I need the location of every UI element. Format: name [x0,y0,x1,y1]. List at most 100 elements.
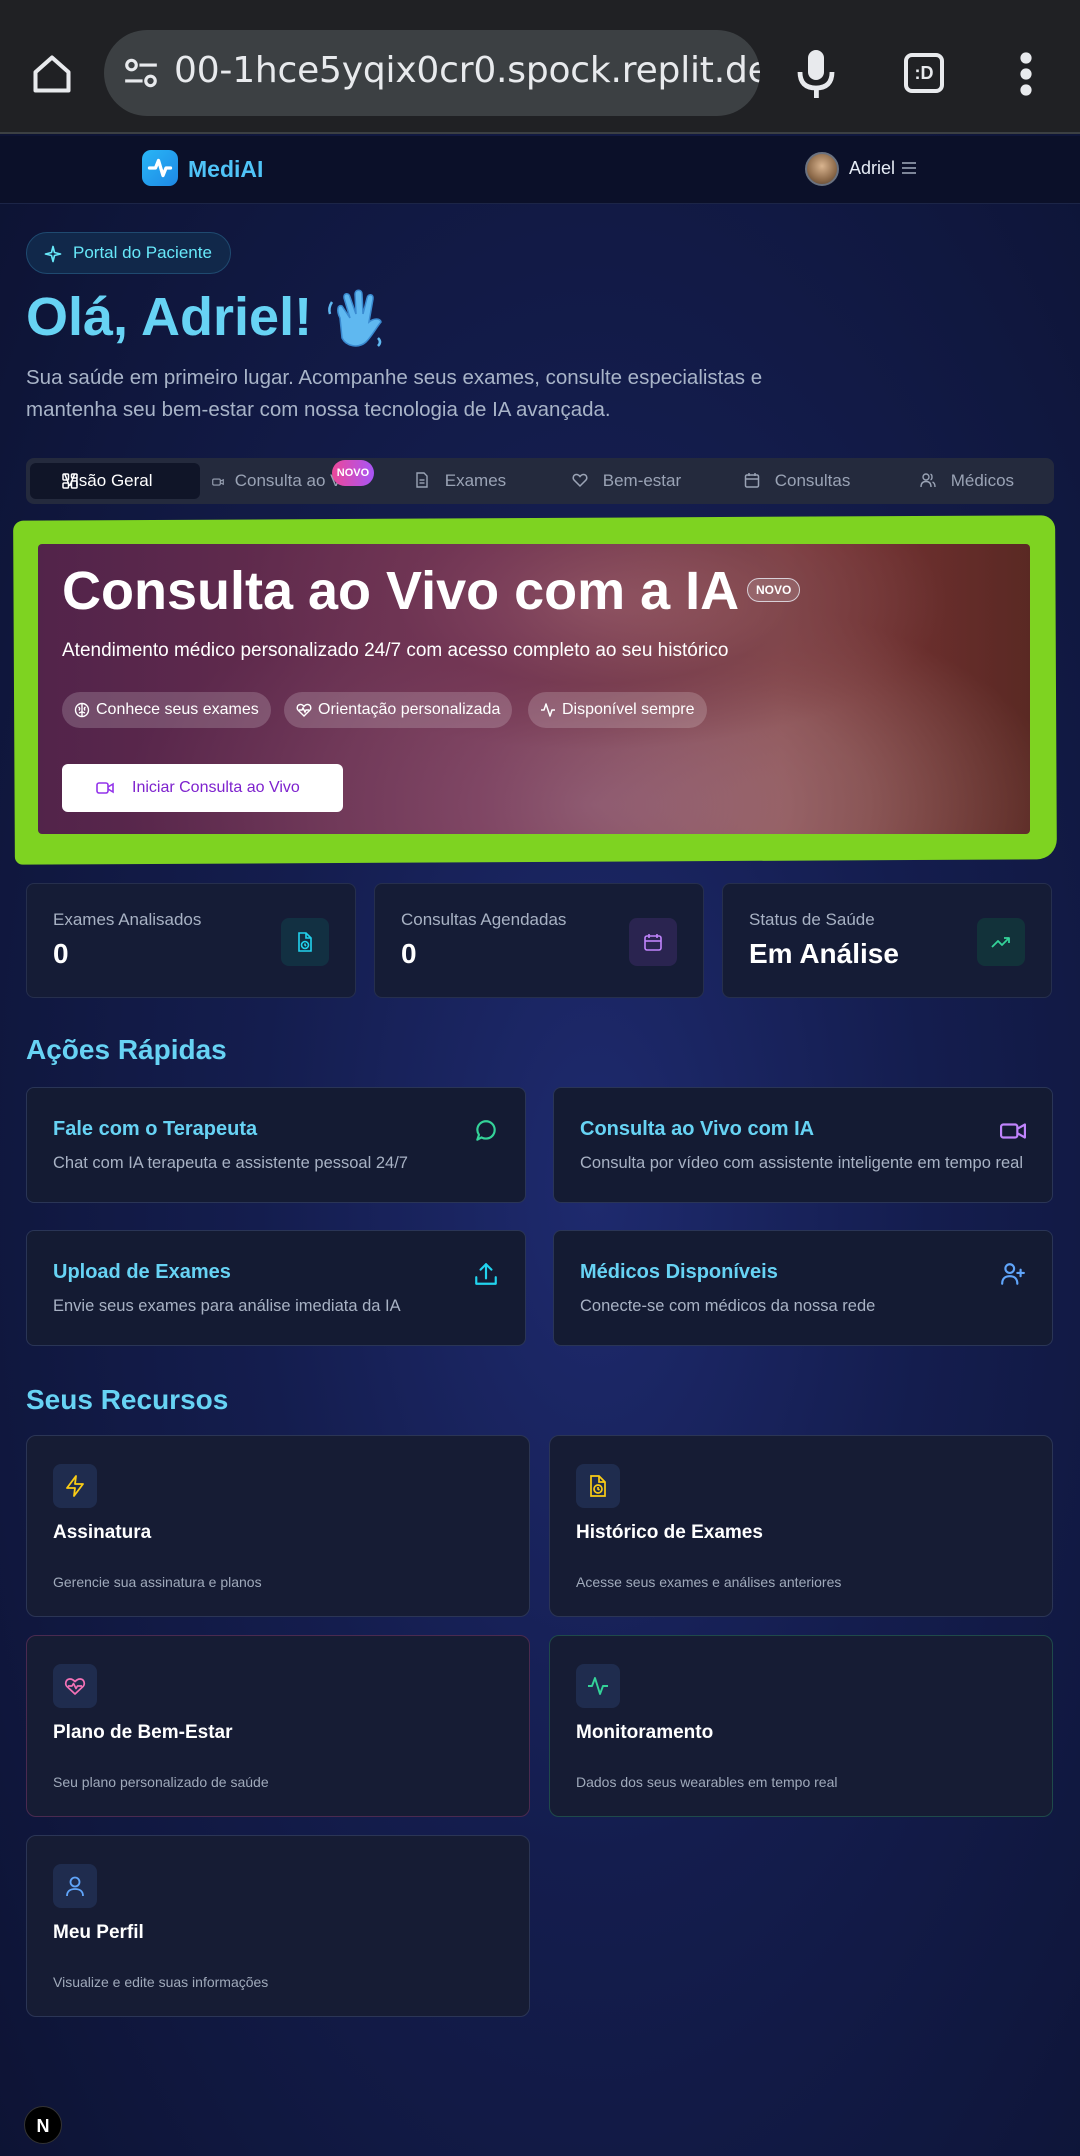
sparkles-icon [44,245,62,263]
tab-exames[interactable]: Exames [414,463,506,499]
action-card-therapist[interactable]: Fale com o Terapeuta Chat com IA terapeu… [26,1087,526,1203]
live-consult-banner: Consulta ao Vivo com a IA NOVO Atendimen… [38,544,1030,834]
action-desc: Conecte-se com médicos da nossa rede [580,1297,876,1315]
action-desc: Consulta por vídeo com assistente inteli… [580,1154,1023,1172]
stat-label: Exames Analisados [53,910,202,929]
resources-title: Seus Recursos [26,1384,229,1415]
site-settings-icon[interactable] [122,54,160,92]
action-card-upload-exams[interactable]: Upload de Exames Envie seus exames para … [26,1230,526,1346]
action-card-live-consult[interactable]: Consulta ao Vivo com IA Consulta por víd… [553,1087,1053,1203]
user-plus-icon [1001,1263,1025,1285]
portal-badge: Portal do Paciente [26,232,231,274]
heart-pulse-icon [64,1678,86,1695]
waving-hand-icon [328,289,382,347]
resource-desc: Dados dos seus wearables em tempo real [576,1774,838,1790]
grid-icon [62,473,78,489]
feature-chip: Orientação personalizada [284,692,513,728]
resource-title: Assinatura [53,1522,152,1543]
microphone-icon[interactable] [796,48,836,100]
bolt-icon [66,1475,84,1497]
action-title: Consulta ao Vivo com IA [580,1118,815,1140]
resource-desc: Gerencie sua assinatura e planos [53,1574,262,1590]
action-title: Médicos Disponíveis [580,1261,778,1283]
resource-card-monitoring[interactable]: Monitoramento Dados dos seus wearables e… [549,1635,1053,1817]
browser-toolbar: 00-1hce5yqix0cr0.spock.replit.dev :D [0,0,1080,134]
brain-icon [74,702,90,718]
stat-label: Status de Saúde [749,910,875,929]
tab-label: Bem-estar [602,471,682,490]
video-icon [212,478,224,486]
calendar-icon [644,934,662,951]
chip-label: Orientação personalizada [318,701,501,718]
resource-icon-box [576,1664,620,1708]
app-name[interactable]: MediAI [188,156,263,183]
tab-label: Consultas [774,471,851,490]
tab-switcher-button[interactable]: :D [904,53,944,93]
tab-bem-estar[interactable]: Bem-estar [572,463,681,499]
tab-consulta-ao-vivo[interactable]: Consulta ao Vivo [212,463,342,499]
resource-desc: Acesse seus exames e análises anteriores [576,1574,842,1590]
video-icon [96,782,114,794]
address-bar[interactable]: 00-1hce5yqix0cr0.spock.replit.dev [104,30,760,116]
chip-label: Conhece seus exames [96,701,259,718]
file-clock-icon [298,932,312,952]
resource-card-exam-history[interactable]: Histórico de Exames Acesse seus exames e… [549,1435,1053,1617]
avatar[interactable] [805,152,839,186]
feature-chip: Conhece seus exames [62,692,271,728]
resource-card-wellness-plan[interactable]: Plano de Bem-Estar Seu plano personaliza… [26,1635,530,1817]
action-desc: Chat com IA terapeuta e assistente pesso… [53,1154,408,1172]
tab-visao-geral[interactable]: Visão Geral [30,463,200,499]
resource-title: Monitoramento [576,1722,714,1743]
resource-title: Plano de Bem-Estar [53,1722,233,1743]
stat-icon-box [629,918,677,966]
stat-value: 0 [401,938,417,969]
upload-icon [475,1263,497,1285]
dev-indicator-badge[interactable]: N [24,2106,62,2144]
banner-title: Consulta ao Vivo com a IA [62,561,740,621]
resource-card-subscription[interactable]: Assinatura Gerencie sua assinatura e pla… [26,1435,530,1617]
home-icon[interactable] [30,52,74,96]
action-title: Upload de Exames [53,1261,231,1283]
heart-icon [572,473,588,488]
user-icon [66,1876,84,1897]
stat-value: 0 [53,938,69,969]
stat-card-health-status: Status de Saúde Em Análise [722,883,1052,998]
resource-icon-box [53,1464,97,1508]
resource-icon-box [53,1864,97,1908]
users-icon [920,473,936,488]
stat-card-exams: Exames Analisados 0 [26,883,356,998]
app-header: MediAI Adriel [0,136,1080,204]
video-icon [1000,1123,1026,1139]
more-menu-icon[interactable] [1020,52,1032,96]
feature-chip: Disponível sempre [528,692,707,728]
action-card-available-doctors[interactable]: Médicos Disponíveis Conecte-se com médic… [553,1230,1053,1346]
greeting-title: Olá, Adriel! [26,287,313,347]
stat-card-appointments: Consultas Agendadas 0 [374,883,704,998]
hamburger-menu-icon[interactable] [901,161,917,175]
stat-label: Consultas Agendadas [401,910,567,929]
resource-title: Meu Perfil [53,1922,144,1943]
banner-description: Atendimento médico personalizado 24/7 co… [62,640,729,661]
chat-icon [476,1120,496,1141]
resource-title: Histórico de Exames [576,1522,763,1543]
user-name[interactable]: Adriel [849,158,895,179]
quick-actions-title: Ações Rápidas [26,1034,227,1065]
stat-icon-box [977,918,1025,966]
stat-value: Em Análise [749,938,899,969]
action-title: Fale com o Terapeuta [53,1118,258,1140]
logo-icon[interactable] [142,150,178,186]
portal-badge-label: Portal do Paciente [73,243,212,262]
resource-card-my-profile[interactable]: Meu Perfil Visualize e edite suas inform… [26,1835,530,2017]
activity-icon [541,703,555,717]
file-clock-icon [590,1475,606,1497]
resource-desc: Visualize e edite suas informações [53,1974,269,1990]
tab-consultas[interactable]: Consultas [744,463,850,499]
hero-subtitle: Sua saúde em primeiro lugar. Acompanhe s… [26,366,763,421]
calendar-icon [744,473,760,488]
tab-medicos[interactable]: Médicos [920,463,1014,499]
chip-label: Disponível sempre [562,701,695,718]
start-button-label: Iniciar Consulta ao Vivo [132,779,300,796]
stat-icon-box [281,918,329,966]
file-icon [416,472,428,488]
start-live-consult-button[interactable]: Iniciar Consulta ao Vivo [62,764,343,812]
